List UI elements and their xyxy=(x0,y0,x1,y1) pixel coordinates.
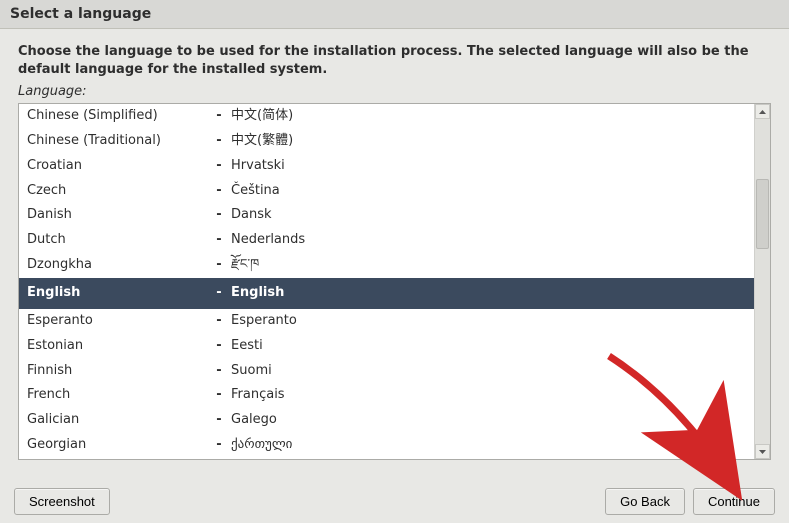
language-row[interactable]: Croatian-Hrvatski xyxy=(19,154,754,179)
language-native-name: Galego xyxy=(231,411,748,430)
language-native-name: English xyxy=(231,284,748,303)
language-native-name: Français xyxy=(231,386,748,405)
language-separator: - xyxy=(207,206,231,225)
language-english-name: Dzongkha xyxy=(27,256,207,275)
language-native-name: 中文(简体) xyxy=(231,107,748,126)
content-area: Choose the language to be used for the i… xyxy=(6,39,783,460)
language-native-name: 中文(繁體) xyxy=(231,132,748,151)
language-row[interactable]: Dzongkha-རྫོང་ཁ xyxy=(19,253,754,278)
language-row[interactable]: Estonian-Eesti xyxy=(19,334,754,359)
language-separator: - xyxy=(207,157,231,176)
language-row[interactable]: Danish-Dansk xyxy=(19,203,754,228)
footer-bar: Screenshot Go Back Continue xyxy=(14,488,775,515)
language-row[interactable]: French-Français xyxy=(19,383,754,408)
chevron-up-icon xyxy=(759,110,766,114)
language-separator: - xyxy=(207,107,231,126)
language-row[interactable]: Finnish-Suomi xyxy=(19,359,754,384)
language-row[interactable]: Czech-Čeština xyxy=(19,179,754,204)
window-title: Select a language xyxy=(10,6,151,22)
language-english-name: Esperanto xyxy=(27,312,207,331)
language-row[interactable]: Chinese (Simplified)-中文(简体) xyxy=(19,104,754,129)
language-separator: - xyxy=(207,231,231,250)
language-native-name: Hrvatski xyxy=(231,157,748,176)
language-separator: - xyxy=(207,132,231,151)
continue-button[interactable]: Continue xyxy=(693,488,775,515)
language-english-name: Croatian xyxy=(27,157,207,176)
language-row[interactable]: English-English xyxy=(19,278,754,309)
language-row[interactable]: Georgian-ქართული xyxy=(19,433,754,458)
language-english-name: Dutch xyxy=(27,231,207,250)
scrollbar[interactable] xyxy=(754,104,770,459)
language-separator: - xyxy=(207,284,231,303)
language-english-name: English xyxy=(27,284,207,303)
language-row[interactable]: Dutch-Nederlands xyxy=(19,228,754,253)
language-native-name: Eesti xyxy=(231,337,748,356)
language-row[interactable]: German-Deutsch xyxy=(19,458,754,459)
language-separator: - xyxy=(207,436,231,455)
scroll-track[interactable] xyxy=(755,119,770,444)
scroll-thumb[interactable] xyxy=(756,179,769,249)
language-english-name: Estonian xyxy=(27,337,207,356)
language-list[interactable]: Chinese (Simplified)-中文(简体)Chinese (Trad… xyxy=(19,104,754,459)
language-english-name: Galician xyxy=(27,411,207,430)
language-english-name: Czech xyxy=(27,182,207,201)
language-english-name: Chinese (Simplified) xyxy=(27,107,207,126)
language-row[interactable]: Chinese (Traditional)-中文(繁體) xyxy=(19,129,754,154)
language-english-name: Finnish xyxy=(27,362,207,381)
scroll-down-button[interactable] xyxy=(755,444,770,459)
language-separator: - xyxy=(207,312,231,331)
language-row[interactable]: Esperanto-Esperanto xyxy=(19,309,754,334)
go-back-button[interactable]: Go Back xyxy=(605,488,685,515)
scroll-up-button[interactable] xyxy=(755,104,770,119)
language-english-name: Georgian xyxy=(27,436,207,455)
chevron-down-icon xyxy=(759,450,766,454)
language-english-name: French xyxy=(27,386,207,405)
language-list-frame: Chinese (Simplified)-中文(简体)Chinese (Trad… xyxy=(18,103,771,460)
language-separator: - xyxy=(207,182,231,201)
language-english-name: Danish xyxy=(27,206,207,225)
screenshot-button[interactable]: Screenshot xyxy=(14,488,110,515)
language-label: Language: xyxy=(18,84,771,99)
language-native-name: རྫོང་ཁ xyxy=(231,256,748,275)
language-separator: - xyxy=(207,362,231,381)
language-native-name: Suomi xyxy=(231,362,748,381)
language-separator: - xyxy=(207,337,231,356)
window-header: Select a language xyxy=(0,0,789,29)
language-native-name: Dansk xyxy=(231,206,748,225)
language-separator: - xyxy=(207,386,231,405)
language-separator: - xyxy=(207,256,231,275)
language-native-name: Esperanto xyxy=(231,312,748,331)
language-english-name: Chinese (Traditional) xyxy=(27,132,207,151)
instruction-text: Choose the language to be used for the i… xyxy=(18,43,771,78)
language-native-name: Nederlands xyxy=(231,231,748,250)
language-native-name: ქართული xyxy=(231,436,748,455)
language-row[interactable]: Galician-Galego xyxy=(19,408,754,433)
language-separator: - xyxy=(207,411,231,430)
language-native-name: Čeština xyxy=(231,182,748,201)
